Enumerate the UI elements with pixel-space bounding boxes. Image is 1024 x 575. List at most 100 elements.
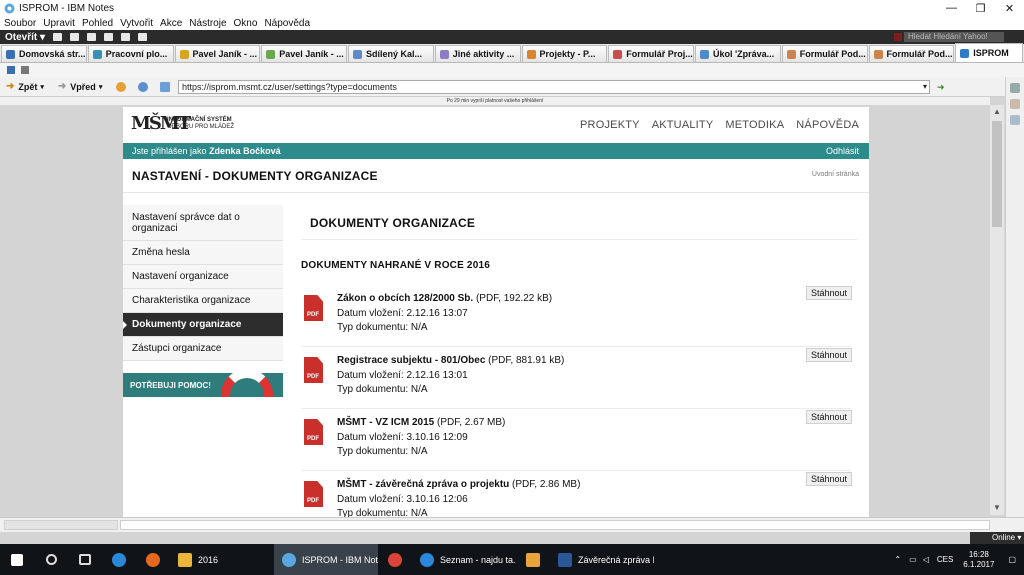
pdf-file-icon[interactable]: PDF [304, 295, 323, 321]
tab-9[interactable]: Formulář Pod... [781, 45, 868, 62]
mail-icon[interactable] [53, 33, 63, 41]
stop-icon[interactable] [116, 81, 127, 92]
home-icon[interactable] [160, 81, 171, 92]
tab-5[interactable]: Jiné aktivity ... [434, 45, 521, 62]
page-scrollbar[interactable]: ▲ ▼ [990, 105, 1004, 515]
nav-metodika[interactable]: METODIKA [725, 119, 784, 131]
clock[interactable]: 16:28 6.1.2017 [963, 550, 994, 570]
document-meta: (PDF, 2.67 MB) [434, 417, 506, 428]
calendar-icon[interactable] [70, 33, 80, 41]
toolbar-search-input[interactable]: Hledat Hledání Yahoo! [894, 32, 1004, 42]
side-panel-icon[interactable] [1010, 83, 1020, 93]
pdf-file-icon[interactable]: PDF [304, 481, 323, 507]
site-logo[interactable]: MŠMT INFORMAČNÍ SYSTÉM ODBORU PRO MLÁDEŽ [131, 113, 234, 134]
back-button[interactable]: ➜ Zpět ▾ [6, 81, 44, 92]
feed-icon[interactable] [21, 66, 29, 74]
side-panel-icon[interactable] [1010, 115, 1020, 125]
chrome-button[interactable] [378, 544, 412, 575]
menu-nastroje[interactable]: Nástroje [189, 18, 226, 29]
help-banner[interactable]: POTŘEBUJI POMOC! [123, 373, 283, 397]
tab-4[interactable]: Sdílený Kal... [348, 45, 434, 62]
nav-aktuality[interactable]: AKTUALITY [652, 119, 714, 131]
document-title[interactable]: Zákon o obcích 128/2000 Sb. [337, 293, 473, 304]
taskbar-search-button[interactable] [34, 544, 68, 575]
tab-icon [92, 49, 102, 59]
firefox-button[interactable] [136, 544, 170, 575]
url-input[interactable]: https://isprom.msmt.cz/user/settings?typ… [178, 80, 930, 94]
edge-button[interactable] [102, 544, 136, 575]
sidebar-item-nastaveni-organizace[interactable]: Nastavení organizace [123, 265, 283, 289]
tab-label: Formulář Pod... [886, 49, 953, 59]
search-icon [45, 554, 57, 565]
taskbar-ie-seznam[interactable]: Seznam - najdu ta... [412, 544, 516, 575]
network-icon[interactable]: ▭ [909, 555, 917, 564]
go-icon[interactable]: ➜ [937, 82, 945, 93]
taskbar-ibm-notes[interactable]: ISPROM - IBM Notes [274, 544, 378, 575]
sidebar-item-dokumenty[interactable]: Dokumenty organizace [123, 313, 283, 337]
pdf-file-icon[interactable]: PDF [304, 357, 323, 383]
menu-soubor[interactable]: Soubor [4, 18, 36, 29]
rss-icon[interactable] [7, 66, 15, 74]
side-panel-icon[interactable] [1010, 99, 1020, 109]
open-button[interactable]: Otevřít ▾ [0, 32, 53, 43]
download-button[interactable]: Stáhnout [806, 286, 852, 300]
tab-6[interactable]: Projekty - P... [521, 45, 608, 62]
sidebar-item-zastupci[interactable]: Zástupci organizace [123, 337, 283, 361]
tab-3[interactable]: Pavel Janík - ... [261, 45, 347, 62]
chevron-down-icon[interactable]: ▾ [923, 81, 927, 93]
volume-icon[interactable]: ◁ [923, 555, 929, 564]
document-title[interactable]: MŠMT - závěrečná zpráva o projektu [337, 479, 509, 490]
pdf-file-icon[interactable]: PDF [304, 419, 323, 445]
scroll-down-icon[interactable]: ▼ [990, 501, 1004, 515]
nav-napoveda[interactable]: NÁPOVĚDA [796, 119, 859, 131]
tab-7[interactable]: Formulář Proj... [608, 45, 694, 62]
online-status-button[interactable]: Online ▾ [970, 532, 1024, 544]
apps-grid-icon[interactable] [138, 33, 148, 41]
tab-10[interactable]: Formulář Pod... [868, 45, 955, 62]
taskbar-word[interactable]: Závěrečná zpráva I... [550, 544, 654, 575]
notifications-icon[interactable]: ▢ [1008, 555, 1016, 564]
document-title[interactable]: Registrace subjektu - 801/Obec [337, 355, 485, 366]
menu-pohled[interactable]: Pohled [82, 18, 113, 29]
tray-chevron-icon[interactable]: ⌃ [894, 555, 901, 564]
tab-8[interactable]: Úkol 'Zpráva... [695, 45, 781, 62]
tab-isprom[interactable]: ISPROM [955, 43, 1024, 62]
nav-projekty[interactable]: PROJEKTY [580, 119, 640, 131]
document-meta: (PDF, 192.22 kB) [473, 293, 553, 304]
contacts-icon[interactable] [87, 33, 97, 41]
content-heading: DOKUMENTY ORGANIZACE [310, 216, 476, 230]
ie-icon [420, 552, 434, 567]
language-indicator[interactable]: CES [937, 555, 953, 564]
close-button[interactable]: ✕ [995, 0, 1024, 16]
menu-akce[interactable]: Akce [160, 18, 182, 29]
menu-okno[interactable]: Okno [234, 18, 258, 29]
sidebar-item-charakteristika[interactable]: Charakteristika organizace [123, 289, 283, 313]
home-icon[interactable] [121, 33, 131, 41]
todo-icon[interactable] [104, 33, 114, 41]
menu-vytvorit[interactable]: Vytvořit [120, 18, 153, 29]
media-button[interactable] [516, 544, 550, 575]
scroll-up-icon[interactable]: ▲ [990, 105, 1004, 119]
menu-upravit[interactable]: Upravit [43, 18, 75, 29]
start-button[interactable] [0, 544, 34, 575]
tab-0[interactable]: Domovská str... [1, 45, 87, 62]
maximize-button[interactable]: ❐ [966, 0, 995, 16]
download-button[interactable]: Stáhnout [806, 410, 852, 424]
menu-napoveda[interactable]: Nápověda [264, 18, 310, 29]
taskbar-folder-2016[interactable]: 2016 [170, 544, 274, 575]
forward-button[interactable]: ➜ Vpřed ▾ [58, 81, 102, 92]
task-view-button[interactable] [68, 544, 102, 575]
minimize-button[interactable]: — [937, 0, 966, 16]
tab-1[interactable]: Pracovní plo... [87, 45, 174, 62]
tab-2[interactable]: Pavel Janík - ... [174, 45, 261, 62]
window-title-bar: ISPROM - IBM Notes — ❐ ✕ [0, 0, 1024, 16]
reload-icon[interactable] [138, 81, 149, 92]
home-breadcrumb-link[interactable]: Úvodní stránka [812, 171, 859, 178]
sidebar-item-spravce-dat[interactable]: Nastavení správce dat o organizaci [123, 205, 283, 241]
document-title[interactable]: MŠMT - VZ ICM 2015 [337, 417, 434, 428]
download-button[interactable]: Stáhnout [806, 472, 852, 486]
sidebar-item-zmena-hesla[interactable]: Změna hesla [123, 241, 283, 265]
download-button[interactable]: Stáhnout [806, 348, 852, 362]
scroll-thumb[interactable] [992, 121, 1002, 227]
logout-link[interactable]: Odhlásit [826, 143, 859, 159]
